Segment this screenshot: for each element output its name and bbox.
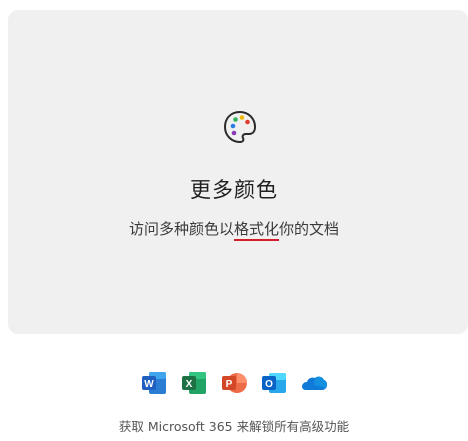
- excel-letter: X: [186, 379, 193, 390]
- powerpoint-letter: P: [226, 379, 233, 390]
- excel-icon: X: [182, 372, 206, 394]
- word-icon: W: [142, 372, 166, 394]
- app-icon-row: W X P O: [0, 369, 468, 397]
- outlook-icon: O: [262, 373, 286, 393]
- subtitle-text-end: 你的文档: [279, 220, 340, 238]
- card-title: 更多颜色: [190, 178, 278, 202]
- subtitle-text-start: 访问多种颜色以: [128, 220, 234, 238]
- more-colors-card: [8, 10, 468, 334]
- subtitle-highlighted-word: 格式化: [233, 220, 279, 241]
- card-subtitle: 访问多种颜色以格式化你的文档: [0, 218, 468, 241]
- palette-icon: [223, 110, 257, 144]
- footer-text: 获取 Microsoft 365 来解锁所有高级功能: [118, 419, 350, 434]
- onedrive-icon: [302, 376, 328, 390]
- word-letter: W: [144, 379, 154, 390]
- outlook-letter: O: [265, 379, 273, 390]
- powerpoint-icon: P: [222, 373, 247, 393]
